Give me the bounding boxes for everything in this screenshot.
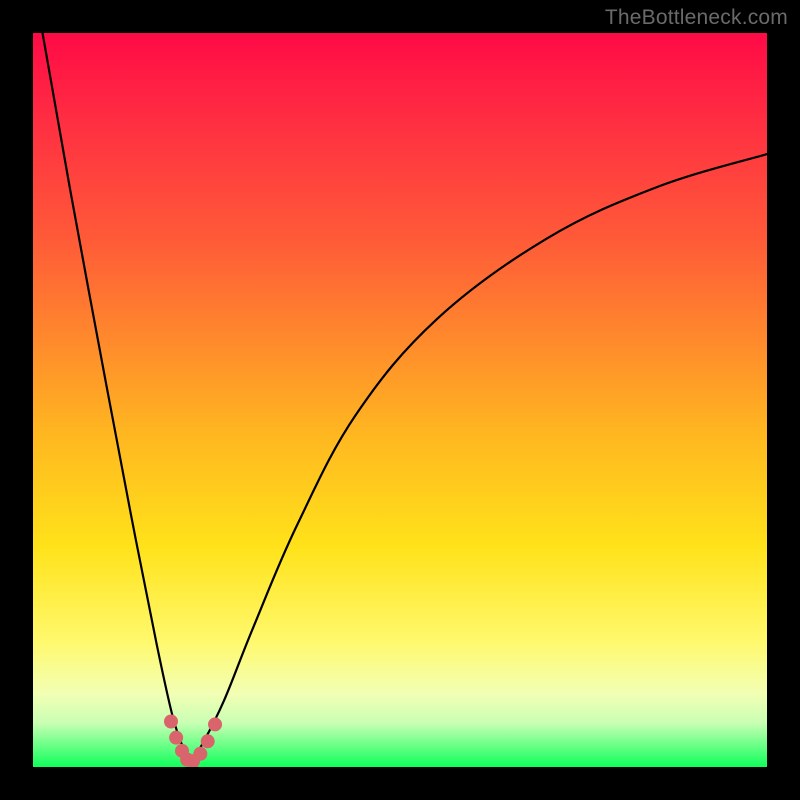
curve-right-branch [191,154,767,762]
chart-container: TheBottleneck.com [0,0,800,800]
highlight-dot [201,734,215,748]
highlight-dot [169,731,183,745]
curve-svg [33,33,767,767]
highlight-dot [193,747,207,761]
curve-left-branch [43,33,191,762]
optimal-zone-dots [164,714,222,767]
plot-area [33,33,767,767]
highlight-dot [164,714,178,728]
highlight-dot [208,717,222,731]
watermark-text: TheBottleneck.com [605,6,788,30]
